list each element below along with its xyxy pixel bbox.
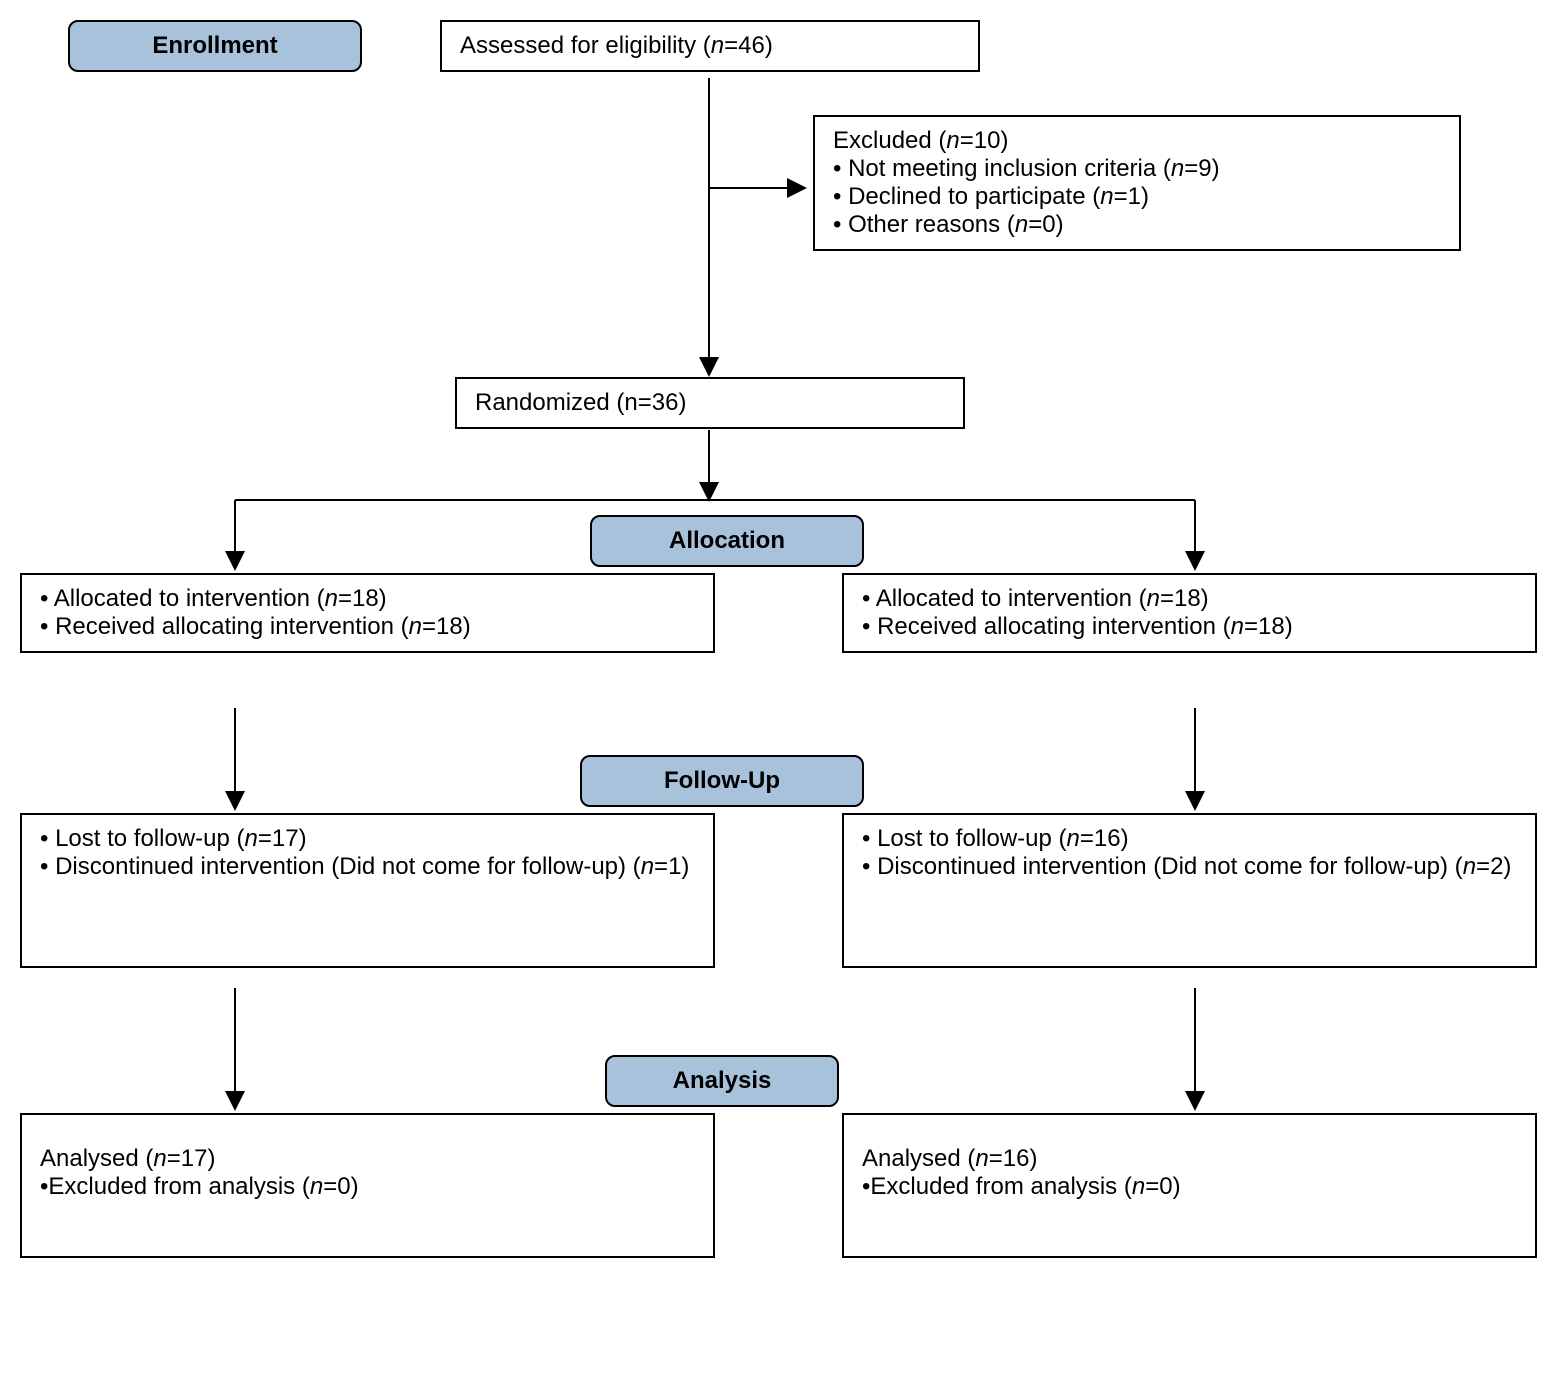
allocation-right-received: Received allocating intervention (n=18) xyxy=(862,613,1517,641)
randomized-box: Randomized (n=36) xyxy=(455,377,965,429)
analysis-left-excluded: •Excluded from analysis (n=0) xyxy=(40,1173,695,1201)
randomized-label: Randomized xyxy=(475,389,610,416)
analysis-right-box: Analysed (n=16) •Excluded from analysis … xyxy=(842,1113,1537,1258)
assessed-label: Assessed for eligibility xyxy=(460,32,696,59)
excluded-reason: Not meeting inclusion criteria (n=9) xyxy=(833,155,1441,183)
allocation-left-box: Allocated to intervention (n=18) Receive… xyxy=(20,573,715,653)
excluded-reason: Declined to participate (n=1) xyxy=(833,183,1441,211)
analysis-left-analysed: Analysed (n=17) xyxy=(40,1145,695,1173)
excluded-label: Excluded xyxy=(833,127,932,154)
assessed-n: 46 xyxy=(738,32,765,59)
randomized-n: 36 xyxy=(652,389,679,416)
analysis-right-analysed: Analysed (n=16) xyxy=(862,1145,1517,1173)
allocation-right-allocated: Allocated to intervention (n=18) xyxy=(862,585,1517,613)
phase-allocation: Allocation xyxy=(590,515,864,567)
phase-followup: Follow-Up xyxy=(580,755,864,807)
followup-left-lost: Lost to follow-up (n=17) xyxy=(40,825,695,853)
followup-left-box: Lost to follow-up (n=17) Discontinued in… xyxy=(20,813,715,968)
assessed-box: Assessed for eligibility (n=46) xyxy=(440,20,980,72)
followup-left-discontinued: Discontinued intervention (Did not come … xyxy=(40,853,695,881)
analysis-left-box: Analysed (n=17) •Excluded from analysis … xyxy=(20,1113,715,1258)
phase-enrollment: Enrollment xyxy=(68,20,362,72)
allocation-right-box: Allocated to intervention (n=18) Receive… xyxy=(842,573,1537,653)
allocation-left-allocated: Allocated to intervention (n=18) xyxy=(40,585,695,613)
excluded-box: Excluded (n=10) Not meeting inclusion cr… xyxy=(813,115,1461,251)
followup-right-box: Lost to follow-up (n=16) Discontinued in… xyxy=(842,813,1537,968)
excluded-reason: Other reasons (n=0) xyxy=(833,211,1441,239)
followup-right-lost: Lost to follow-up (n=16) xyxy=(862,825,1517,853)
allocation-left-received: Received allocating intervention (n=18) xyxy=(40,613,695,641)
followup-right-discontinued: Discontinued intervention (Did not come … xyxy=(862,853,1517,881)
phase-analysis: Analysis xyxy=(605,1055,839,1107)
analysis-right-excluded: •Excluded from analysis (n=0) xyxy=(862,1173,1517,1201)
excluded-n: 10 xyxy=(974,127,1001,154)
